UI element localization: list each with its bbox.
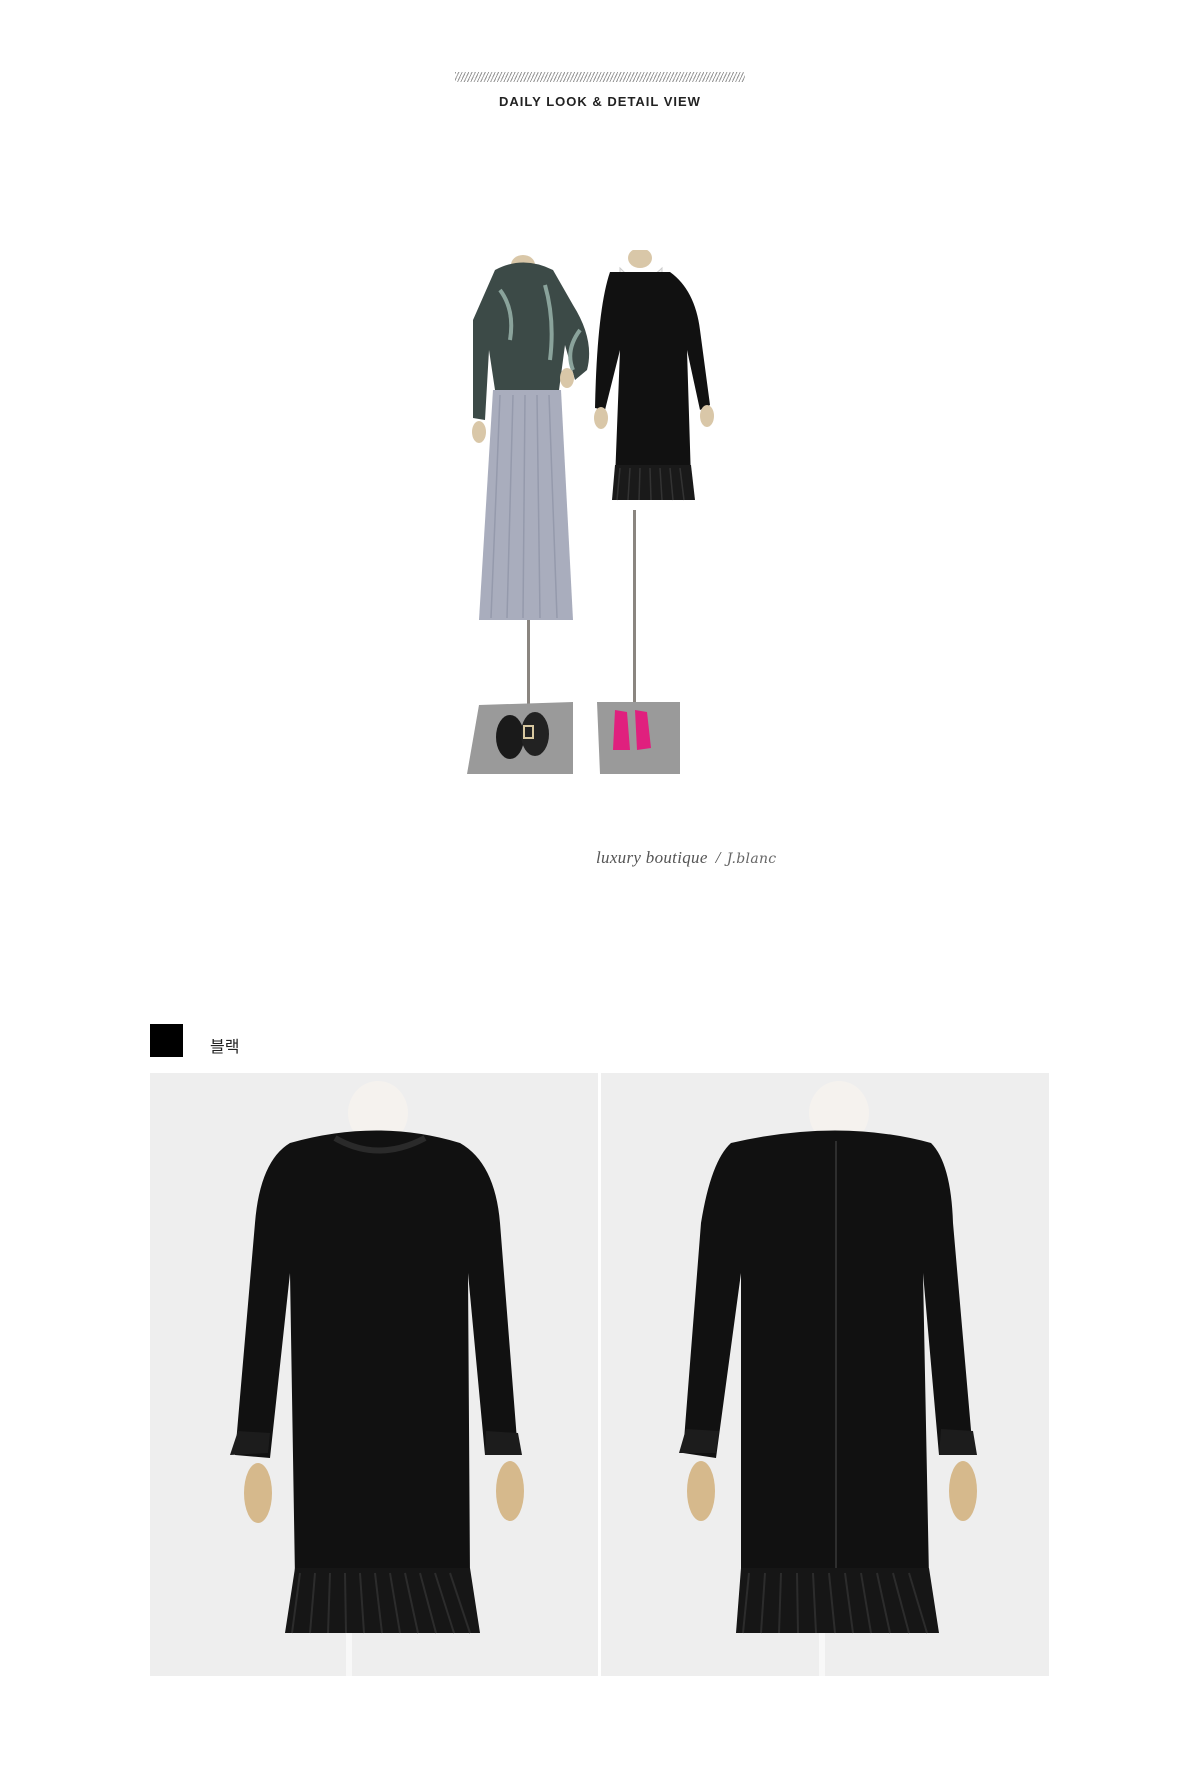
page-title: DAILY LOOK & DETAIL VIEW [499,94,701,109]
mannequin-stand [346,1633,352,1676]
right-stand-pole [633,510,636,720]
signature-text: luxury boutique [596,848,708,867]
boutique-signature: luxury boutique / J.blanc [596,848,776,868]
left-shoe-black-2 [521,712,549,756]
daily-look-photo [467,250,714,774]
sleeve-cuff-right [485,1431,522,1455]
right-hand-r [700,405,714,427]
left-mannequin [467,255,590,774]
color-option-label: 블랙 [210,1039,240,1056]
right-mannequin [594,250,714,774]
right-neck [628,250,652,268]
signature-separator: / [715,848,721,867]
brand-signature-script: J.blanc [726,851,777,867]
left-hand-r [560,368,574,388]
wooden-hand-back-left [687,1461,715,1521]
color-swatch-black [150,1024,183,1057]
wooden-hand-right [496,1461,524,1521]
left-hand-l [472,421,486,443]
left-shoe-black [496,715,524,759]
wooden-hand-back-right [949,1461,977,1521]
header-decorative-rule [455,72,745,82]
right-hand-l [594,407,608,429]
sleeve-cuff-back-left [679,1429,719,1453]
ruffle-hem-back [736,1568,939,1633]
black-dress [595,272,710,480]
sleeve-cuff-back-right [939,1429,977,1455]
pleated-skirt [479,390,573,620]
detail-photo-back [601,1073,1049,1676]
wooden-hand-left [244,1463,272,1523]
mannequin-stand-back [819,1633,825,1676]
detail-photo-front [150,1073,598,1676]
